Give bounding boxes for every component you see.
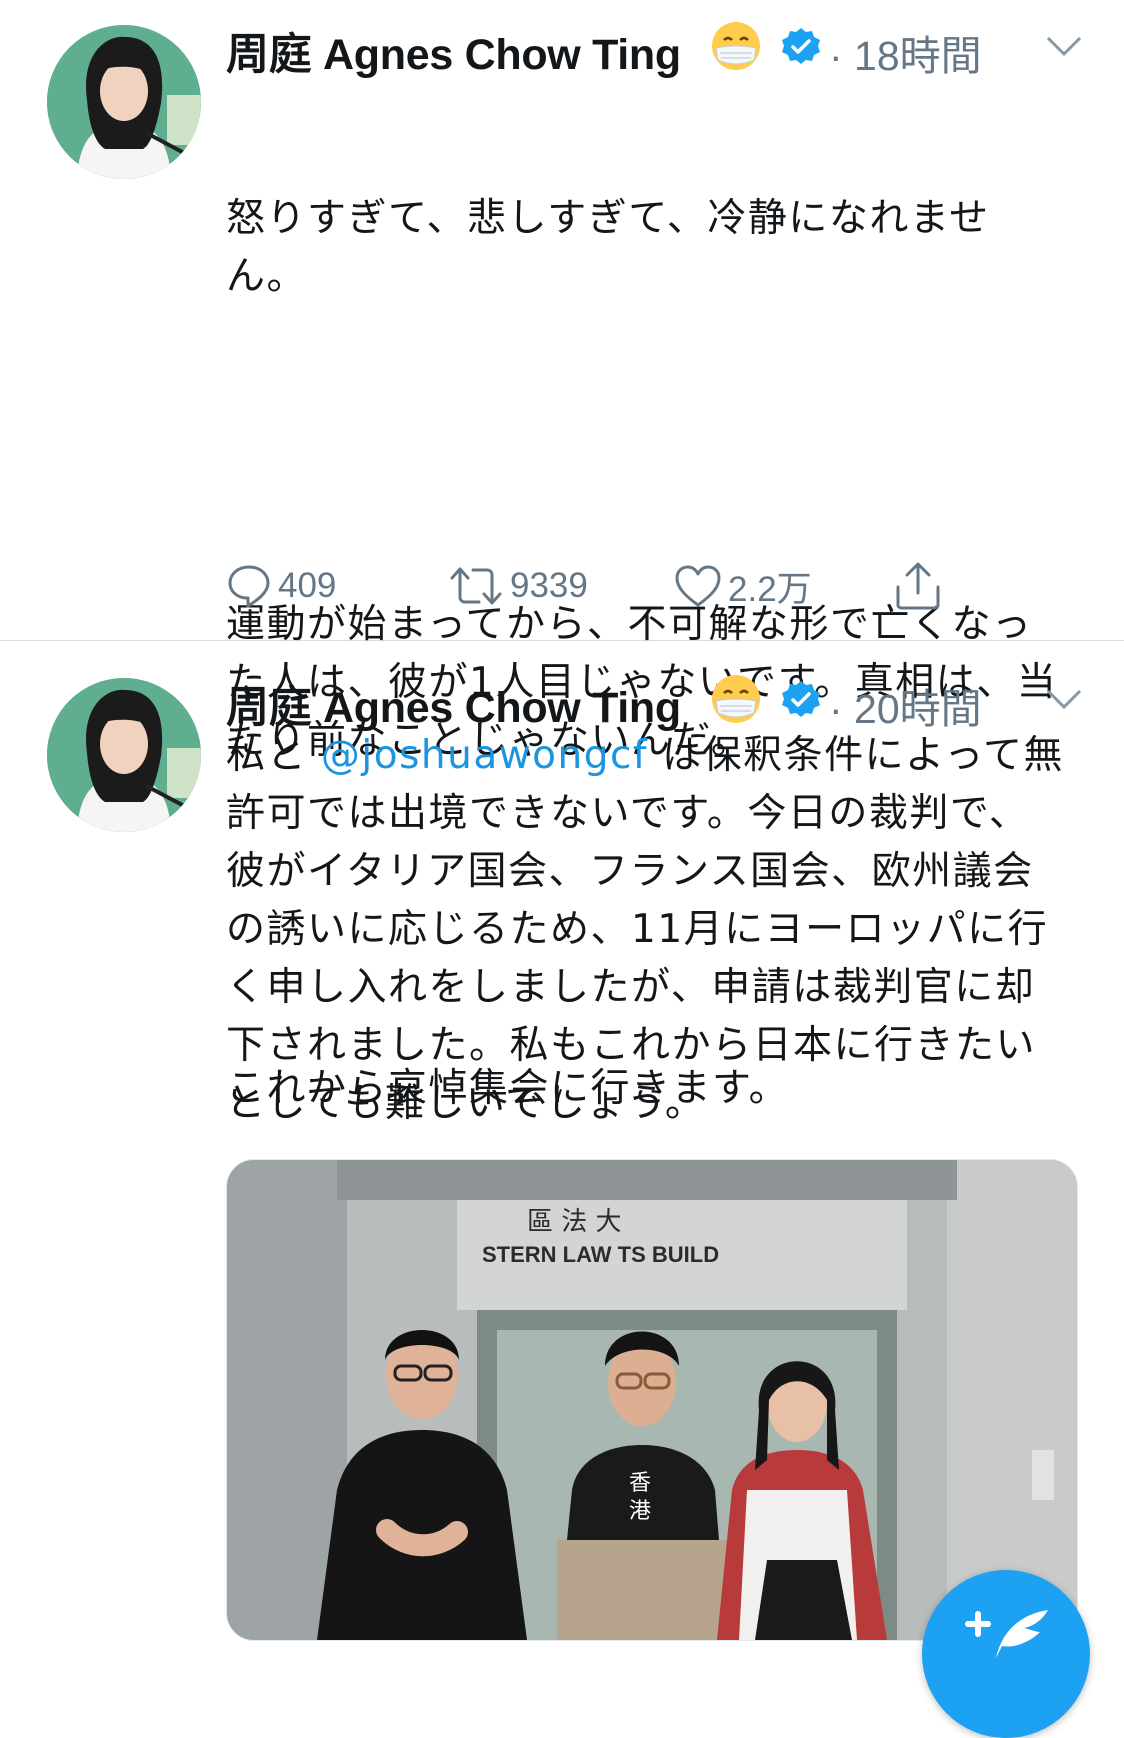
- avatar[interactable]: [47, 25, 201, 179]
- verified-badge-icon: [782, 28, 820, 64]
- svg-text:香: 香: [629, 1471, 651, 1496]
- tweet-text: 私と @joshuawongcf は保釈条件によって無許可では出境できないです。…: [226, 727, 1066, 1133]
- svg-text:港: 港: [629, 1499, 651, 1524]
- reply-button[interactable]: 409: [226, 558, 336, 614]
- tweet-header: 周庭 Agnes Chow Ting · 18時間: [226, 18, 1106, 79]
- mention-link[interactable]: @joshuawongcf: [321, 733, 648, 778]
- like-count: 2.2万: [728, 569, 812, 609]
- retweet-icon: [450, 567, 502, 605]
- chevron-down-icon[interactable]: [1044, 34, 1084, 58]
- tweet-photo[interactable]: 區 法 大 STERN LAW TS BUILD 香 港: [226, 1159, 1078, 1641]
- author-name[interactable]: 周庭 Agnes Chow Ting: [226, 20, 681, 82]
- tweet-timestamp[interactable]: · 20時間: [829, 675, 982, 735]
- share-icon: [896, 562, 940, 610]
- tweet-header: 周庭 Agnes Chow Ting · 20時間: [226, 671, 1106, 732]
- retweet-count: 9339: [510, 566, 588, 605]
- tweet[interactable]: 周庭 Agnes Chow Ting · 18時間 怒りすぎて、悲しすぎて、冷静…: [0, 0, 1124, 1111]
- compose-icon: [965, 1610, 1048, 1658]
- avatar[interactable]: [47, 678, 201, 832]
- photo-image: 區 法 大 STERN LAW TS BUILD 香 港: [227, 1160, 1077, 1640]
- retweet-button[interactable]: 9339: [448, 558, 588, 614]
- chevron-down-icon[interactable]: [1044, 687, 1084, 711]
- author-name[interactable]: 周庭 Agnes Chow Ting: [226, 673, 681, 735]
- reply-count: 409: [278, 566, 337, 605]
- like-button[interactable]: 2.2万: [674, 558, 812, 614]
- tweet-paragraph: 怒りすぎて、悲しすぎて、冷静になれません。: [226, 196, 990, 299]
- tweet[interactable]: 周庭 Agnes Chow Ting · 20時間 私と @joshuawong…: [0, 641, 1124, 1650]
- avatar-image: [47, 678, 201, 832]
- verified-badge-icon: [782, 681, 820, 717]
- building-sign-lower: STERN LAW TS BUILD: [482, 1242, 719, 1267]
- tweet-actions: 409 9339 2.2万: [226, 558, 986, 618]
- building-sign-upper: 區 法 大: [527, 1207, 622, 1237]
- tweet-text-segment: は保釈条件によって無許可では出境できないです。今日の裁判で、彼がイタリア国会、フ…: [226, 733, 1064, 1126]
- like-icon: [675, 565, 721, 607]
- face-with-medical-mask-icon: [712, 22, 760, 70]
- tweet-timestamp[interactable]: · 18時間: [829, 22, 982, 82]
- compose-tweet-button[interactable]: [922, 1570, 1090, 1738]
- share-button[interactable]: [894, 558, 948, 614]
- tweet-text-segment: 私と: [226, 733, 321, 778]
- reply-icon: [228, 565, 270, 608]
- avatar-image: [47, 25, 201, 179]
- face-with-medical-mask-icon: [712, 675, 760, 723]
